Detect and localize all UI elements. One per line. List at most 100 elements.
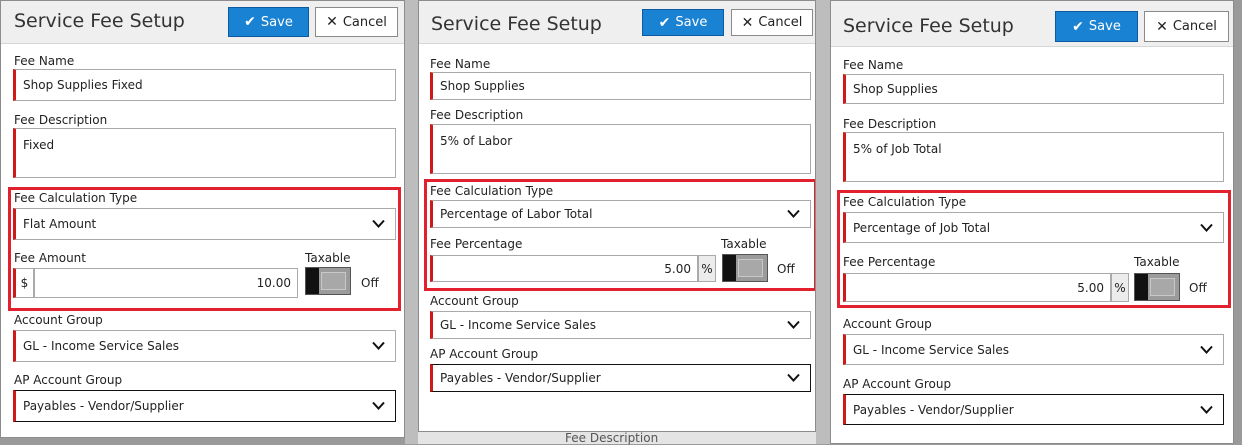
account-group-select[interactable]: GL - Income Service Sales: [430, 311, 811, 339]
cancel-button[interactable]: ✕ Cancel: [1144, 11, 1229, 42]
chevron-down-icon: [787, 373, 800, 383]
fee-description-textarea[interactable]: Fixed: [13, 128, 396, 178]
dialog-title: Service Fee Setup: [431, 13, 602, 35]
save-label: Save: [675, 15, 708, 30]
chevron-down-icon: [1200, 223, 1213, 232]
save-label: Save: [1088, 19, 1121, 34]
fee-amount-label: Fee Amount: [14, 251, 86, 265]
toggle-knob: [1135, 274, 1148, 300]
chevron-down-icon: [372, 219, 385, 229]
cancel-label: Cancel: [758, 15, 803, 30]
ap-account-group-label: AP Account Group: [14, 373, 123, 387]
ap-account-group-value: Payables - Vendor/Supplier: [23, 399, 184, 413]
check-icon: ✔: [1072, 18, 1084, 35]
calc-type-value: Percentage of Labor Total: [440, 207, 593, 221]
taxable-label: Taxable: [305, 251, 351, 265]
dialog-header: Service Fee Setup ✔ Save ✕ Cancel: [1, 1, 404, 44]
chevron-down-icon: [787, 209, 800, 219]
fee-name-label: Fee Name: [843, 58, 904, 72]
chevron-down-icon: [1200, 405, 1213, 414]
dialog-title: Service Fee Setup: [843, 15, 1014, 37]
calc-type-value: Flat Amount: [23, 217, 97, 231]
calc-type-label: Fee Calculation Type: [843, 195, 967, 209]
ap-account-group-value: Payables - Vendor/Supplier: [440, 371, 601, 385]
chevron-down-icon: [372, 341, 385, 351]
fee-description-label: Fee Description: [843, 117, 937, 131]
check-icon: ✔: [658, 14, 671, 31]
ap-account-group-select[interactable]: Payables - Vendor/Supplier: [430, 364, 811, 392]
ap-account-group-select[interactable]: Payables - Vendor/Supplier: [13, 390, 396, 422]
currency-symbol: $: [13, 268, 34, 298]
chevron-down-icon: [1200, 345, 1213, 354]
background-app-strip: [405, 0, 418, 444]
dialog-header: Service Fee Setup ✔ Save ✕ Cancel: [831, 1, 1233, 47]
fee-percentage-label: Fee Percentage: [430, 237, 523, 251]
ap-account-group-value: Payables - Vendor/Supplier: [853, 402, 1014, 417]
chevron-down-icon: [787, 320, 800, 330]
cancel-button[interactable]: ✕ Cancel: [315, 7, 398, 37]
taxable-toggle[interactable]: [722, 254, 768, 282]
service-fee-dialog-1: Service Fee Setup ✔ Save ✕ Cancel Fee Na…: [0, 0, 405, 438]
close-icon: ✕: [741, 14, 754, 31]
close-icon: ✕: [326, 14, 338, 30]
taxable-state: Off: [361, 276, 379, 290]
ap-account-group-label: AP Account Group: [843, 377, 952, 391]
percent-symbol: %: [1111, 273, 1129, 302]
percent-symbol: %: [698, 255, 716, 282]
toggle-track: [738, 259, 763, 277]
taxable-state: Off: [1189, 281, 1207, 295]
account-group-select[interactable]: GL - Income Service Sales: [843, 334, 1224, 365]
close-icon: ✕: [1156, 18, 1168, 35]
toggle-track: [1150, 278, 1175, 296]
fee-percentage-input[interactable]: 5.00: [430, 255, 698, 282]
fee-name-label: Fee Name: [430, 57, 491, 71]
account-group-label: Account Group: [843, 317, 932, 331]
calc-type-select[interactable]: Percentage of Job Total: [843, 212, 1224, 243]
fee-description-textarea[interactable]: 5% of Labor: [430, 124, 811, 174]
cancel-button[interactable]: ✕ Cancel: [731, 9, 813, 36]
fee-description-label: Fee Description: [430, 108, 524, 122]
account-group-value: GL - Income Service Sales: [440, 318, 597, 332]
fee-percentage-input[interactable]: 5.00: [843, 273, 1111, 302]
cancel-label: Cancel: [342, 14, 387, 30]
calc-type-select[interactable]: Flat Amount: [13, 208, 396, 240]
fee-name-input[interactable]: Shop Supplies: [843, 74, 1224, 104]
fee-name-input[interactable]: Shop Supplies: [430, 72, 811, 100]
fee-percentage-label: Fee Percentage: [843, 255, 936, 269]
save-button[interactable]: ✔ Save: [1055, 11, 1138, 42]
fee-name-label: Fee Name: [14, 54, 75, 68]
account-group-label: Account Group: [430, 294, 519, 308]
save-button[interactable]: ✔ Save: [228, 7, 309, 37]
cancel-label: Cancel: [1172, 19, 1217, 34]
calc-type-label: Fee Calculation Type: [430, 184, 554, 198]
background-app-strip: [816, 0, 830, 444]
dialog-title: Service Fee Setup: [14, 10, 185, 32]
calc-type-value: Percentage of Job Total: [853, 220, 991, 235]
save-label: Save: [260, 14, 293, 30]
account-group-value: GL - Income Service Sales: [23, 339, 180, 353]
background-partial-label: Fee Description: [565, 431, 659, 445]
fee-name-input[interactable]: Shop Supplies Fixed: [13, 69, 396, 101]
ap-account-group-select[interactable]: Payables - Vendor/Supplier: [843, 394, 1224, 425]
account-group-select[interactable]: GL - Income Service Sales: [13, 330, 396, 362]
fee-description-label: Fee Description: [14, 113, 108, 127]
taxable-toggle[interactable]: [305, 267, 351, 295]
service-fee-dialog-3: Service Fee Setup ✔ Save ✕ Cancel Fee Na…: [830, 0, 1234, 444]
dialog-header: Service Fee Setup ✔ Save ✕ Cancel: [419, 1, 815, 44]
calc-type-label: Fee Calculation Type: [14, 191, 138, 205]
taxable-state: Off: [777, 262, 795, 276]
taxable-label: Taxable: [721, 237, 767, 251]
account-group-value: GL - Income Service Sales: [853, 342, 1010, 357]
save-button[interactable]: ✔ Save: [642, 9, 724, 36]
account-group-label: Account Group: [14, 313, 103, 327]
toggle-knob: [306, 268, 319, 294]
taxable-toggle[interactable]: [1134, 273, 1180, 301]
fee-amount-input[interactable]: 10.00: [34, 268, 298, 298]
toggle-track: [321, 272, 346, 290]
fee-description-textarea[interactable]: 5% of Job Total: [843, 132, 1224, 182]
ap-account-group-label: AP Account Group: [430, 347, 539, 361]
taxable-label: Taxable: [1134, 255, 1180, 269]
toggle-knob: [723, 255, 736, 281]
calc-type-select[interactable]: Percentage of Labor Total: [430, 200, 811, 228]
chevron-down-icon: [372, 401, 385, 411]
